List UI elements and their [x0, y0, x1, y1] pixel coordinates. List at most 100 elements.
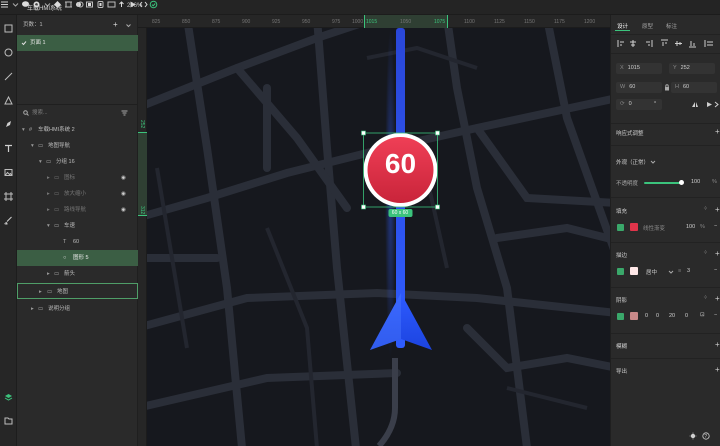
tree-row[interactable]: ▸ ▭ 放大缩小 ◉: [17, 186, 138, 202]
tree-row[interactable]: ▾ ▭ 车速: [17, 218, 138, 234]
resize-handle[interactable]: [361, 204, 366, 210]
design-canvas[interactable]: 60 60 x 60: [147, 28, 610, 446]
add-icon[interactable]: +: [715, 127, 720, 136]
add-stroke-icon[interactable]: +: [715, 249, 720, 258]
remove-stroke-icon[interactable]: −: [714, 267, 717, 273]
tree-row[interactable]: ▾ # 车载HMI系统 2: [17, 122, 138, 138]
expand-arrow-icon[interactable]: ▾: [39, 154, 42, 170]
preview-device-icon[interactable]: [107, 0, 116, 9]
style-grid-icon[interactable]: ⁘: [703, 295, 708, 301]
image-tool-icon[interactable]: [3, 167, 14, 178]
chevron-down-icon[interactable]: [668, 269, 674, 275]
style-grid-icon[interactable]: ⁘: [703, 206, 708, 212]
expand-arrow-icon[interactable]: ▸: [47, 186, 50, 202]
triangle-tool-icon[interactable]: [3, 95, 14, 106]
collapse-icon[interactable]: [125, 22, 132, 29]
text-tool-icon[interactable]: [3, 143, 14, 154]
menu-icon[interactable]: [0, 0, 9, 9]
remove-fill-icon[interactable]: −: [714, 223, 717, 229]
add-export-icon[interactable]: +: [715, 365, 720, 374]
tree-row-selected[interactable]: ○ 图形 5: [17, 250, 138, 266]
app-title[interactable]: 车载HMI系统: [27, 3, 62, 12]
fill-opacity[interactable]: 100: [686, 224, 695, 230]
shadow-settings-icon[interactable]: ⊡: [700, 312, 705, 318]
frame-icon[interactable]: [64, 0, 73, 9]
brush-tool-icon[interactable]: [3, 215, 14, 226]
expand-arrow-icon[interactable]: ▾: [47, 218, 50, 234]
w-field[interactable]: W 60: [616, 82, 662, 93]
share-icon[interactable]: [149, 0, 158, 9]
expand-arrow-icon[interactable]: ▸: [47, 202, 50, 218]
rotation-field[interactable]: ⟳ 0 °: [616, 99, 662, 110]
x-field[interactable]: X 1015: [616, 63, 662, 74]
chevron-down-icon[interactable]: [650, 159, 656, 165]
stroke-checkbox[interactable]: [617, 268, 624, 275]
layer-search[interactable]: 搜索...: [17, 105, 138, 121]
expand-arrow-icon[interactable]: ▸: [39, 284, 42, 300]
layers-icon[interactable]: [3, 392, 14, 403]
expand-arrow-icon[interactable]: ▸: [31, 301, 34, 317]
flip-icons[interactable]: [691, 101, 719, 108]
tree-row-hovered[interactable]: ▸ ▭ 地图: [17, 283, 138, 299]
shadow-swatch[interactable]: [630, 312, 638, 320]
tree-row[interactable]: ▸ ▭ 路线导航 ◉: [17, 202, 138, 218]
tab-design[interactable]: 设计: [617, 22, 628, 30]
shadow-spread[interactable]: 0: [685, 313, 688, 319]
tree-row[interactable]: ▾ ▭ 地图导航: [17, 138, 138, 154]
eye-icon[interactable]: ◉: [121, 186, 126, 202]
tab-annotate[interactable]: 标注: [666, 22, 677, 30]
line-tool-icon[interactable]: [3, 71, 14, 82]
assets-folder-icon[interactable]: [3, 415, 14, 426]
tree-row[interactable]: ▸ ▭ 箭头: [17, 266, 138, 282]
tree-row[interactable]: ▸ ▭ 图标 ◉: [17, 170, 138, 186]
tab-prototype[interactable]: 原型: [642, 22, 653, 30]
tree-row[interactable]: ▾ ▭ 分组 16: [17, 154, 138, 170]
fill-checkbox[interactable]: [617, 224, 624, 231]
page-item[interactable]: 页面 1: [17, 35, 138, 51]
eye-icon[interactable]: ◉: [121, 170, 126, 186]
resize-handle[interactable]: [435, 204, 440, 210]
resize-handle[interactable]: [435, 130, 440, 136]
resize-handle[interactable]: [361, 130, 366, 136]
remove-shadow-icon[interactable]: −: [714, 312, 717, 318]
shadow-x[interactable]: 0: [645, 313, 648, 319]
shadow-blur[interactable]: 20: [669, 313, 675, 319]
frame-tool-icon[interactable]: [3, 191, 14, 202]
opacity-value[interactable]: 100: [691, 179, 700, 185]
opacity-slider[interactable]: [644, 182, 681, 184]
y-field[interactable]: Y 252: [669, 63, 715, 74]
stroke-position[interactable]: 居中: [646, 268, 657, 276]
zoom-level[interactable]: 246%: [127, 3, 142, 9]
add-blur-icon[interactable]: +: [715, 340, 720, 349]
stroke-width[interactable]: 3: [687, 268, 690, 274]
upload-icon[interactable]: [117, 0, 126, 9]
expand-arrow-icon[interactable]: ▸: [47, 170, 50, 186]
expand-arrow-icon[interactable]: ▾: [22, 122, 25, 138]
add-fill-icon[interactable]: +: [715, 205, 720, 214]
expand-arrow-icon[interactable]: ▸: [47, 266, 50, 282]
shadow-y[interactable]: 0: [656, 313, 659, 319]
mirror-icon[interactable]: [96, 0, 105, 9]
filter-icon[interactable]: [121, 110, 128, 116]
h-field[interactable]: H 60: [671, 82, 717, 93]
ellipse-tool-icon[interactable]: [3, 47, 14, 58]
fill-type[interactable]: 线性渐变: [643, 224, 665, 232]
rectangle-tool-icon[interactable]: [3, 23, 14, 34]
lock-ratio-icon[interactable]: [664, 84, 670, 91]
boolean-icon[interactable]: [85, 0, 94, 9]
opacity-slider-thumb[interactable]: [679, 180, 684, 185]
expand-arrow-icon[interactable]: ▾: [31, 138, 34, 154]
fill-swatch[interactable]: [630, 223, 638, 231]
mask-icon[interactable]: [75, 0, 84, 9]
style-grid-icon[interactable]: ⁘: [703, 250, 708, 256]
tree-row[interactable]: ▸ ▭ 说明分组: [17, 301, 138, 317]
appearance-title[interactable]: 外观（正常）: [616, 158, 649, 166]
chevron-down-icon[interactable]: [11, 0, 20, 9]
add-page-icon[interactable]: +: [113, 17, 118, 33]
tree-row[interactable]: T 60: [17, 234, 138, 250]
stroke-swatch[interactable]: [630, 267, 638, 275]
add-shadow-icon[interactable]: +: [715, 294, 720, 303]
pen-tool-icon[interactable]: [3, 119, 14, 130]
align-toolbar[interactable]: [617, 39, 717, 48]
eye-icon[interactable]: ◉: [121, 202, 126, 218]
